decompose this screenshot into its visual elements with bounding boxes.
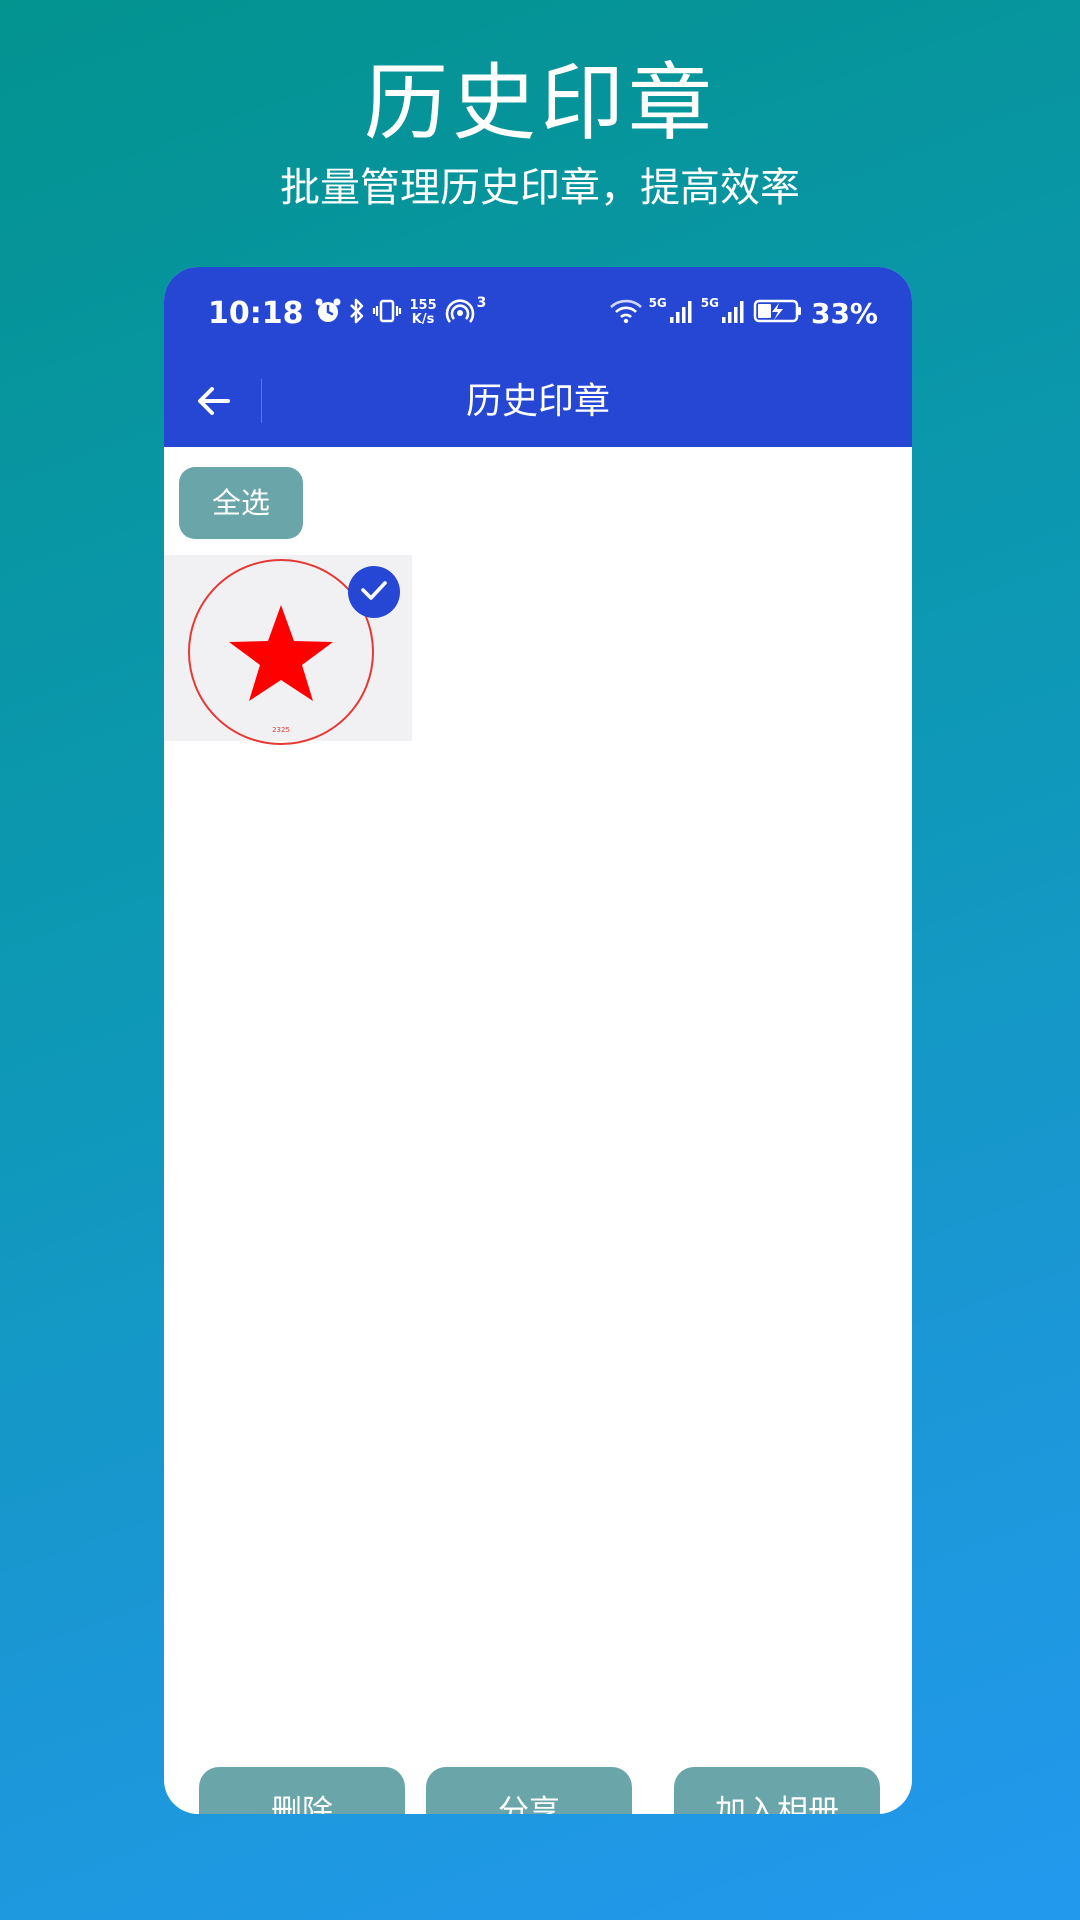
checkmark-icon [358, 574, 390, 610]
battery-percent: 33% [810, 296, 878, 330]
vibrate-icon [372, 297, 402, 329]
sim2-network-type: 5G [700, 296, 719, 310]
battery-charging-icon [753, 297, 803, 329]
sim1-network-type: 5G [648, 296, 667, 310]
add-to-album-button[interactable]: 加入相册 [674, 1767, 880, 1814]
bluetooth-icon [348, 297, 366, 329]
alarm-icon [314, 297, 342, 329]
network-speed: 155 K/s [410, 299, 437, 327]
seal-caption: 2325 [272, 726, 290, 734]
seal-list-item[interactable]: 2325 [164, 555, 412, 745]
status-bar: 10:18 155 K/s 3 5G 5G 33% [164, 267, 912, 357]
app-bar: 历史印章 [164, 357, 912, 447]
status-bar-left: 10:18 155 K/s 3 [208, 293, 486, 333]
status-time: 10:18 [208, 295, 304, 331]
selected-badge[interactable] [348, 566, 400, 618]
signal-icon [669, 297, 695, 329]
seal-image: 2325 [188, 559, 374, 745]
promo-subtitle: 批量管理历史印章，提高效率 [280, 165, 800, 211]
signal-icon [721, 297, 747, 329]
network-speed-unit: K/s [411, 312, 435, 327]
wifi-icon [609, 297, 643, 329]
select-all-button[interactable]: 全选 [179, 467, 303, 539]
phone-screen: 10:18 155 K/s 3 5G 5G 33% 历史印章 全选 2325 删… [164, 267, 912, 1814]
page-title: 历史印章 [465, 381, 610, 422]
hotspot-count: 3 [476, 295, 487, 311]
status-bar-right: 5G 5G 33% [609, 293, 878, 333]
share-button[interactable]: 分享 [426, 1767, 632, 1814]
network-speed-value: 155 [409, 298, 437, 313]
delete-button[interactable]: 删除 [199, 1767, 405, 1814]
hotspot-icon [445, 297, 475, 329]
promo-title: 历史印章 [363, 54, 716, 152]
